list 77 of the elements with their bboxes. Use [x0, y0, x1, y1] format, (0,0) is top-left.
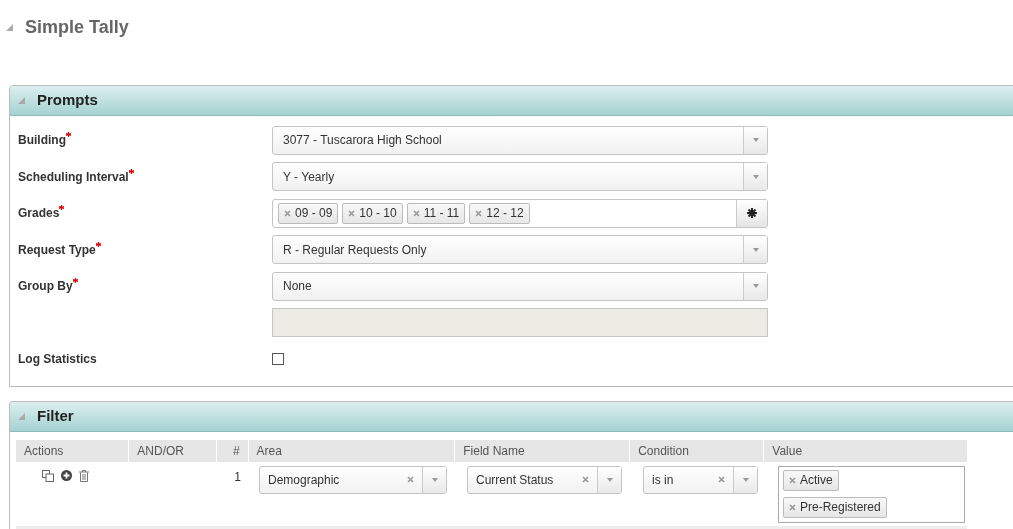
remove-icon[interactable] — [412, 209, 420, 217]
tag-label: 11 - 11 — [423, 205, 460, 223]
panel-title: Prompts — [37, 90, 98, 111]
field-label: Building — [18, 132, 66, 150]
dropdown-button[interactable] — [743, 236, 767, 264]
column-header: AND/OR — [137, 442, 184, 460]
select-value: Y - Yearly — [282, 168, 336, 186]
column-header: Condition — [638, 442, 689, 460]
tag-label: 09 - 09 — [295, 205, 333, 223]
asterisk-icon — [747, 208, 757, 219]
select-field[interactable]: Demographic — [259, 465, 447, 494]
row-number: 1 — [234, 468, 241, 486]
remove-icon[interactable] — [348, 209, 356, 217]
column-header: Area — [256, 442, 282, 460]
tag[interactable]: 09 - 09 — [278, 202, 339, 224]
field-label: Request Type — [18, 241, 96, 259]
remove-icon[interactable] — [582, 476, 589, 483]
caret-icon — [752, 174, 759, 179]
tag-label: 10 - 10 — [359, 205, 397, 223]
column-header: # — [232, 442, 240, 460]
dropdown-button[interactable] — [597, 466, 621, 493]
checkbox[interactable] — [272, 353, 284, 366]
collapse-icon[interactable] — [18, 412, 25, 420]
add-icon[interactable] — [61, 469, 72, 481]
column-header: Value — [772, 442, 803, 460]
column-header: Actions — [24, 442, 64, 460]
dropdown-button[interactable] — [733, 466, 757, 493]
select-field[interactable]: is in — [643, 465, 758, 494]
remove-icon[interactable] — [407, 476, 414, 483]
dropdown-button[interactable] — [743, 126, 767, 154]
field-label: Group By — [18, 278, 73, 296]
select-field[interactable]: R - Regular Requests Only — [272, 235, 768, 265]
copy-icon[interactable] — [42, 469, 54, 482]
select-value: R - Regular Requests Only — [282, 241, 428, 259]
select-field[interactable]: Y - Yearly — [272, 162, 768, 192]
tag-label: 12 - 12 — [486, 205, 524, 223]
tag-label: Pre-Registered — [800, 499, 881, 516]
select-field[interactable]: Current Status — [467, 465, 622, 494]
page-title: Simple Tally — [25, 15, 129, 39]
tag-label: Active — [800, 472, 833, 489]
caret-icon — [431, 477, 438, 482]
field-label: Grades — [18, 205, 60, 223]
caret-icon — [752, 284, 759, 289]
select-value: Demographic — [267, 471, 341, 489]
caret-icon — [752, 138, 759, 143]
select-all-button[interactable] — [736, 199, 767, 227]
dropdown-button[interactable] — [422, 466, 446, 493]
select-value: is in — [651, 471, 675, 489]
remove-icon[interactable] — [789, 503, 796, 511]
select-value: None — [282, 278, 313, 296]
collapse-icon[interactable] — [18, 97, 25, 104]
remove-icon[interactable] — [284, 209, 291, 217]
collapse-icon[interactable] — [6, 23, 13, 31]
tag[interactable]: 10 - 10 — [342, 202, 403, 224]
tag[interactable]: 12 - 12 — [469, 202, 530, 224]
multi-select-field[interactable]: 09 - 09 10 - 10 11 - 11 12 - 12 — [272, 198, 768, 228]
select-value: Current Status — [475, 471, 555, 489]
tag[interactable]: Active — [783, 469, 839, 491]
select-field[interactable]: None — [272, 271, 768, 301]
remove-icon[interactable] — [789, 476, 796, 484]
column-header: Field Name — [463, 442, 525, 460]
tag[interactable]: 11 - 11 — [406, 202, 466, 224]
remove-icon[interactable] — [475, 209, 483, 217]
dropdown-button[interactable] — [743, 163, 767, 191]
multi-select-field[interactable]: Active Pre-Registered — [778, 465, 965, 523]
delete-icon[interactable] — [79, 469, 89, 482]
field-label: Scheduling Interval — [18, 168, 129, 186]
caret-icon — [742, 477, 749, 482]
dropdown-button[interactable] — [743, 272, 767, 300]
panel-title: Filter — [37, 405, 74, 426]
tag[interactable]: Pre-Registered — [783, 496, 887, 518]
caret-icon — [606, 477, 613, 482]
remove-icon[interactable] — [718, 476, 725, 483]
select-value: 3077 - Tuscarora High School — [282, 132, 443, 150]
field-label: Log Statistics — [18, 351, 97, 369]
caret-icon — [752, 247, 759, 252]
select-field[interactable]: 3077 - Tuscarora High School — [272, 125, 768, 155]
